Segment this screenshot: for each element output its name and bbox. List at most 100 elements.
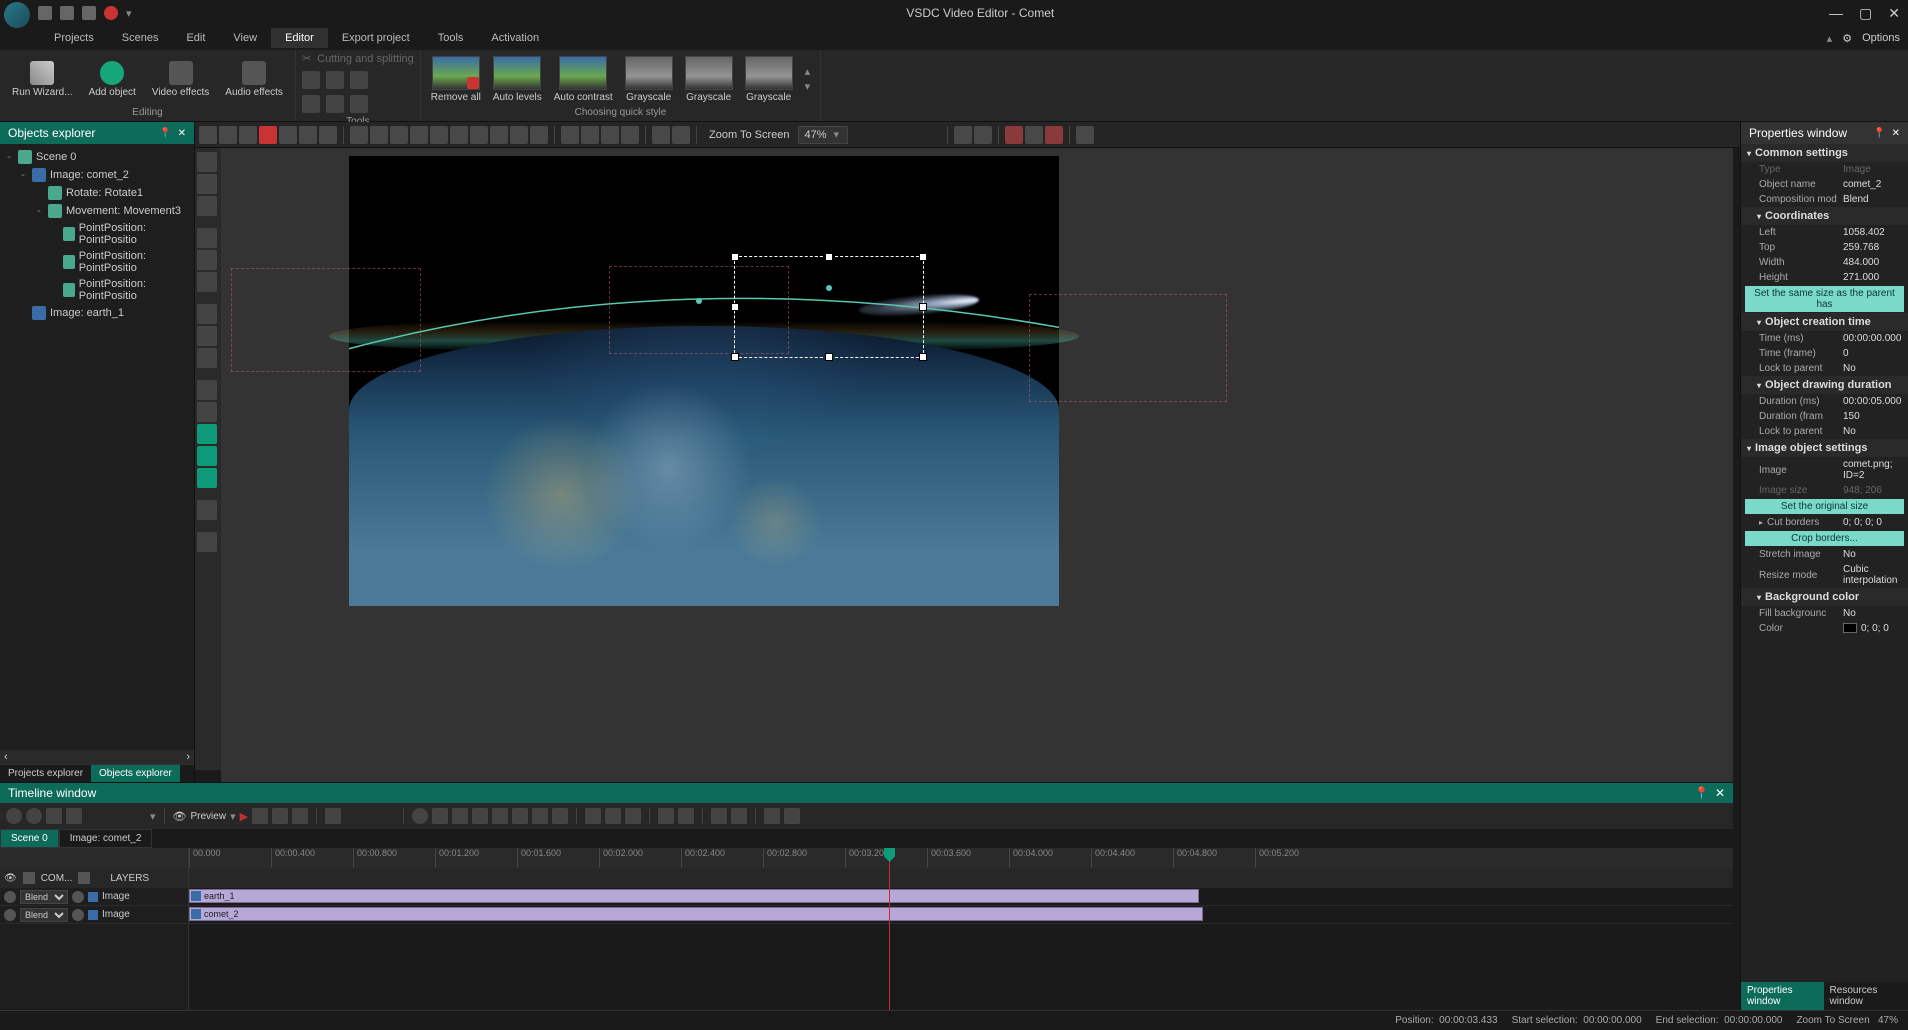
tb-backward-icon[interactable] [621, 126, 639, 144]
menu-edit[interactable]: Edit [172, 28, 219, 48]
tb-align-bot-icon[interactable] [450, 126, 468, 144]
panel-close-icon[interactable]: ✕ [178, 128, 186, 139]
video-effects-button[interactable]: Video effects [146, 59, 215, 100]
tl-pin-icon[interactable]: 📍 [1694, 786, 1709, 800]
tree-item[interactable]: PointPosition: PointPositio [0, 220, 194, 248]
tl-step-back-icon[interactable] [472, 808, 488, 824]
options-label[interactable]: Options [1862, 32, 1900, 44]
tl-tab-image[interactable]: Image: comet_2 [59, 829, 153, 848]
tab-projects-explorer[interactable]: Projects explorer [0, 765, 91, 782]
tool-spline-icon[interactable] [197, 272, 217, 292]
tl-more-icon[interactable]: ▾ [150, 810, 156, 823]
tree-item[interactable]: -Movement: Movement3 [0, 202, 194, 220]
tl-step-fwd-icon[interactable] [512, 808, 528, 824]
tl-eye-header-icon[interactable]: 👁 [4, 873, 17, 884]
prop-image[interactable]: comet.png; ID=2 [1839, 459, 1908, 481]
tab-resources[interactable]: Resources window [1824, 982, 1908, 1010]
tb-copy-icon[interactable] [219, 126, 237, 144]
tab-objects-explorer[interactable]: Objects explorer [91, 765, 180, 782]
track-eye-icon[interactable] [4, 909, 16, 921]
tool-chart-icon[interactable] [197, 380, 217, 400]
prop-height[interactable]: 271.000 [1839, 272, 1908, 283]
handle-mr[interactable] [919, 303, 927, 311]
maximize-button[interactable]: ▢ [1859, 5, 1872, 22]
timeline-ruler[interactable]: 00.00000:00.40000:00.80000:01.20000:01.6… [189, 848, 1733, 868]
tl-add-icon[interactable] [6, 808, 22, 824]
tb-align-mid-icon[interactable] [430, 126, 448, 144]
tl-mark2-icon[interactable] [605, 808, 621, 824]
menu-editor[interactable]: Editor [271, 28, 328, 48]
tree-item[interactable]: Rotate: Rotate1 [0, 184, 194, 202]
tab-properties[interactable]: Properties window [1741, 982, 1824, 1010]
tool-pen-icon[interactable] [197, 250, 217, 270]
tool-anim-icon[interactable] [197, 402, 217, 422]
style-grayscale-1[interactable]: Grayscale [621, 56, 677, 103]
tl-close-icon[interactable]: ✕ [1715, 786, 1725, 800]
prop-width[interactable]: 484.000 [1839, 257, 1908, 268]
menu-activation[interactable]: Activation [477, 28, 553, 48]
tb-cut-icon[interactable] [199, 126, 217, 144]
tl-unlink-icon[interactable] [784, 808, 800, 824]
tl-last-icon[interactable] [552, 808, 568, 824]
prop-lock-1[interactable]: No [1839, 363, 1908, 374]
tool-crop-icon[interactable] [302, 71, 320, 89]
tree-item[interactable]: Image: earth_1 [0, 304, 194, 322]
tl-out-icon[interactable] [678, 808, 694, 824]
tl-tab-scene[interactable]: Scene 0 [0, 829, 59, 848]
tool-audio-icon[interactable] [197, 446, 217, 466]
tl-mark1-icon[interactable] [585, 808, 601, 824]
tool-stab-icon[interactable] [350, 95, 368, 113]
prop-cut-borders[interactable]: 0; 0; 0; 0 [1839, 517, 1908, 528]
tl-split-icon[interactable] [711, 808, 727, 824]
tool-ellipse-icon[interactable] [197, 196, 217, 216]
tb-ungroup-icon[interactable] [672, 126, 690, 144]
track-row-comet[interactable]: Blend Image [0, 906, 188, 924]
tool-pointer-icon[interactable] [197, 152, 217, 172]
tb-redo-icon[interactable] [299, 126, 317, 144]
track-blend-select[interactable]: Blend [20, 890, 68, 904]
tl-mark3-icon[interactable] [625, 808, 641, 824]
tb-delete-icon[interactable] [259, 126, 277, 144]
tl-vis-header-icon[interactable] [78, 872, 90, 884]
tl-trim-icon[interactable] [731, 808, 747, 824]
tb-u2-icon[interactable] [1025, 126, 1043, 144]
track-row-earth[interactable]: Blend Image [0, 888, 188, 906]
section-coords[interactable]: ▾Coordinates [1741, 207, 1908, 225]
tool-rotate-icon[interactable] [326, 71, 344, 89]
style-auto-contrast[interactable]: Auto contrast [550, 56, 617, 103]
section-drawing[interactable]: ▾Object drawing duration [1741, 376, 1908, 394]
selection-box[interactable] [734, 256, 924, 358]
menu-scenes[interactable]: Scenes [108, 28, 173, 48]
section-creation[interactable]: ▾Object creation time [1741, 313, 1908, 331]
qat-new-icon[interactable] [38, 6, 52, 20]
style-grayscale-2[interactable]: Grayscale [681, 56, 737, 103]
prop-pin-icon[interactable]: 📍 [1873, 128, 1885, 139]
preview-canvas[interactable] [349, 156, 1059, 556]
prop-duration-ms[interactable]: 00:00:05.000 [1839, 396, 1908, 407]
tl-loop-icon[interactable] [252, 808, 268, 824]
track-comet[interactable]: comet_2 [189, 906, 1733, 924]
prop-resize-mode[interactable]: Cubic interpolation [1839, 564, 1908, 586]
tb-u1-icon[interactable] [1005, 126, 1023, 144]
tb-align-center-icon[interactable] [370, 126, 388, 144]
menu-view[interactable]: View [219, 28, 271, 48]
playhead[interactable] [889, 848, 890, 1010]
clip-earth[interactable]: earth_1 [189, 889, 1199, 903]
action-same-size[interactable]: Set the same size as the parent has [1745, 286, 1904, 312]
tb-u3-icon[interactable] [1045, 126, 1063, 144]
style-remove-all[interactable]: Remove all [427, 56, 485, 103]
tool-video-icon[interactable] [197, 468, 217, 488]
tl-lock-header-icon[interactable] [23, 872, 35, 884]
tool-counter-icon[interactable] [197, 500, 217, 520]
menu-tools[interactable]: Tools [424, 28, 478, 48]
tree-item[interactable]: -Image: comet_2 [0, 166, 194, 184]
tb-same-h-icon[interactable] [530, 126, 548, 144]
tl-refresh-icon[interactable] [292, 808, 308, 824]
tool-reverse-icon[interactable] [326, 95, 344, 113]
style-auto-levels[interactable]: Auto levels [489, 56, 546, 103]
minimize-button[interactable]: — [1829, 5, 1843, 22]
tool-line-icon[interactable] [197, 228, 217, 248]
tl-rect-icon[interactable] [46, 808, 62, 824]
add-object-button[interactable]: Add object [83, 59, 142, 100]
preview-dropdown-icon[interactable]: ▾ [230, 810, 236, 823]
